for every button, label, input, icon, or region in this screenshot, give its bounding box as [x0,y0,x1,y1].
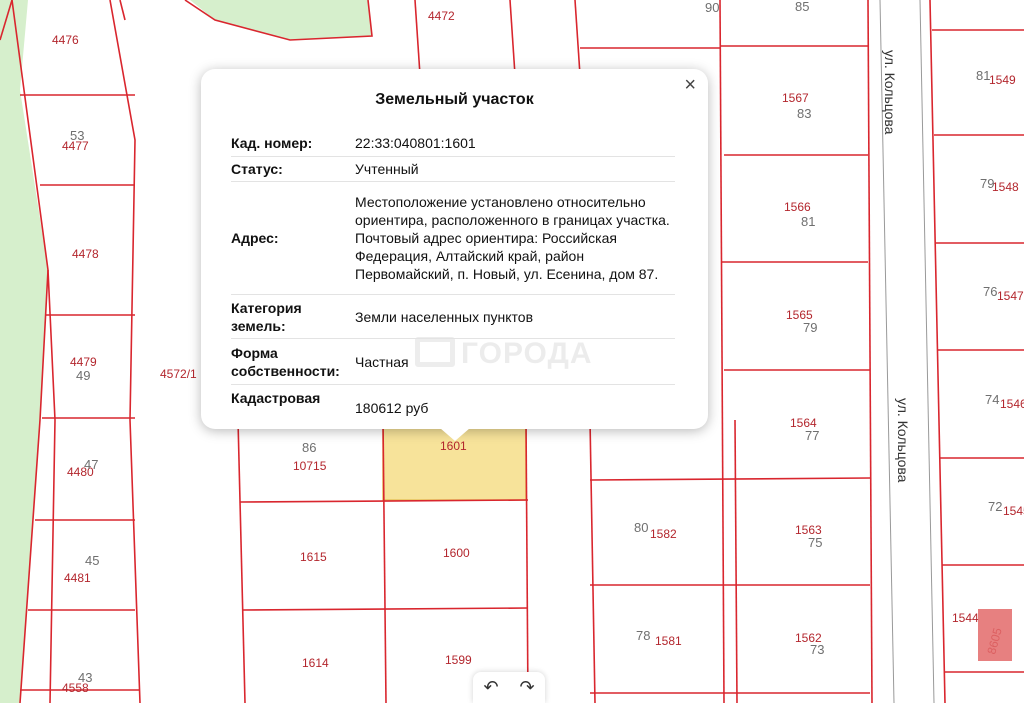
undo-icon[interactable]: ↶ [483,677,498,698]
house-number: 49 [76,368,90,383]
house-number: 83 [797,106,811,121]
parcel-highlight-badge [978,609,1012,661]
parcel-label: 1548 [992,180,1019,194]
house-number: 73 [810,642,824,657]
info-key: Кад. номер: [231,134,313,151]
parcel-label: 4472 [428,9,455,23]
info-row-land-category: Категория земель: Земли населенных пункт… [231,295,675,339]
info-key: Статус: [231,161,283,177]
info-row-status: Статус: Учтенный [231,157,675,182]
house-number: 90 [705,0,719,15]
parcel-label: 1614 [302,656,329,670]
house-number: 77 [805,428,819,443]
parcel-label: 1549 [989,73,1016,87]
info-value: Земли населенных пунктов [355,308,534,325]
redo-icon[interactable]: ↷ [519,677,534,698]
parcel-label: 1582 [650,527,677,541]
parcel-label: 4476 [52,33,79,47]
street-label: ул. Кольцова [882,50,898,135]
parcel-label: 1546 [1000,397,1024,411]
info-row-ownership: Форма собственности: Частная [231,339,675,385]
house-number: 74 [985,392,999,407]
parcel-label: 1566 [784,200,811,214]
house-number: 79 [980,176,994,191]
popup-pointer [440,428,470,441]
house-number: 85 [795,0,809,14]
popup-title: Земельный участок [375,91,534,108]
house-number: 81 [976,68,990,83]
info-row-cadastral-value: Кадастровая 180612 руб [231,385,675,429]
parcel-label: 1545 [1003,504,1024,518]
house-number: 80 [634,520,648,535]
house-number: 76 [983,284,997,299]
house-number: 75 [808,535,822,550]
info-key: Форма собственности: [231,344,340,379]
house-number: 72 [988,499,1002,514]
house-number: 78 [636,628,650,643]
info-key: Кадастровая [231,390,321,406]
history-controls: ↶ ↷ [473,672,545,703]
info-value: Частная [355,353,409,370]
parcel-label: 4481 [64,571,91,585]
house-number: 53 [70,128,84,143]
house-number: 86 [302,440,316,455]
parcel-label: 1615 [300,550,327,564]
close-icon[interactable]: × [684,75,696,95]
parcel-info-popup: ГОРОДА Земельный участок × Кад. номер: 2… [201,69,708,429]
street-label: ул. Кольцова [895,398,911,483]
parcel-label: 1581 [655,634,682,648]
info-value: Местоположение установлено относительно … [355,194,670,282]
parcel-label: 1544 [952,611,979,625]
house-number: 79 [803,320,817,335]
house-number: 43 [78,670,92,685]
parcel-label: 4478 [72,247,99,261]
parcel-label: 1599 [445,653,472,667]
parcel-label: 4479 [70,355,97,369]
info-value: 180612 руб [355,400,429,416]
parcel-label: 1567 [782,91,809,105]
info-row-cadastral-number: Кад. номер: 22:33:040801:1601 [231,129,675,157]
info-value: Учтенный [355,161,419,177]
parcel-label: 10715 [293,459,327,473]
parcel-label: 1600 [443,546,470,560]
house-number: 47 [84,457,98,472]
info-row-address: Адрес: Местоположение установлено относи… [231,182,675,295]
parcel-label: 1547 [997,289,1024,303]
parcel-label: 4572/1 [160,367,197,381]
house-number: 81 [801,214,815,229]
info-key: Адрес: [231,230,279,246]
house-number: 45 [85,553,99,568]
info-value[interactable]: 22:33:040801:1601 [355,134,675,152]
info-key: Категория земель: [231,299,302,334]
